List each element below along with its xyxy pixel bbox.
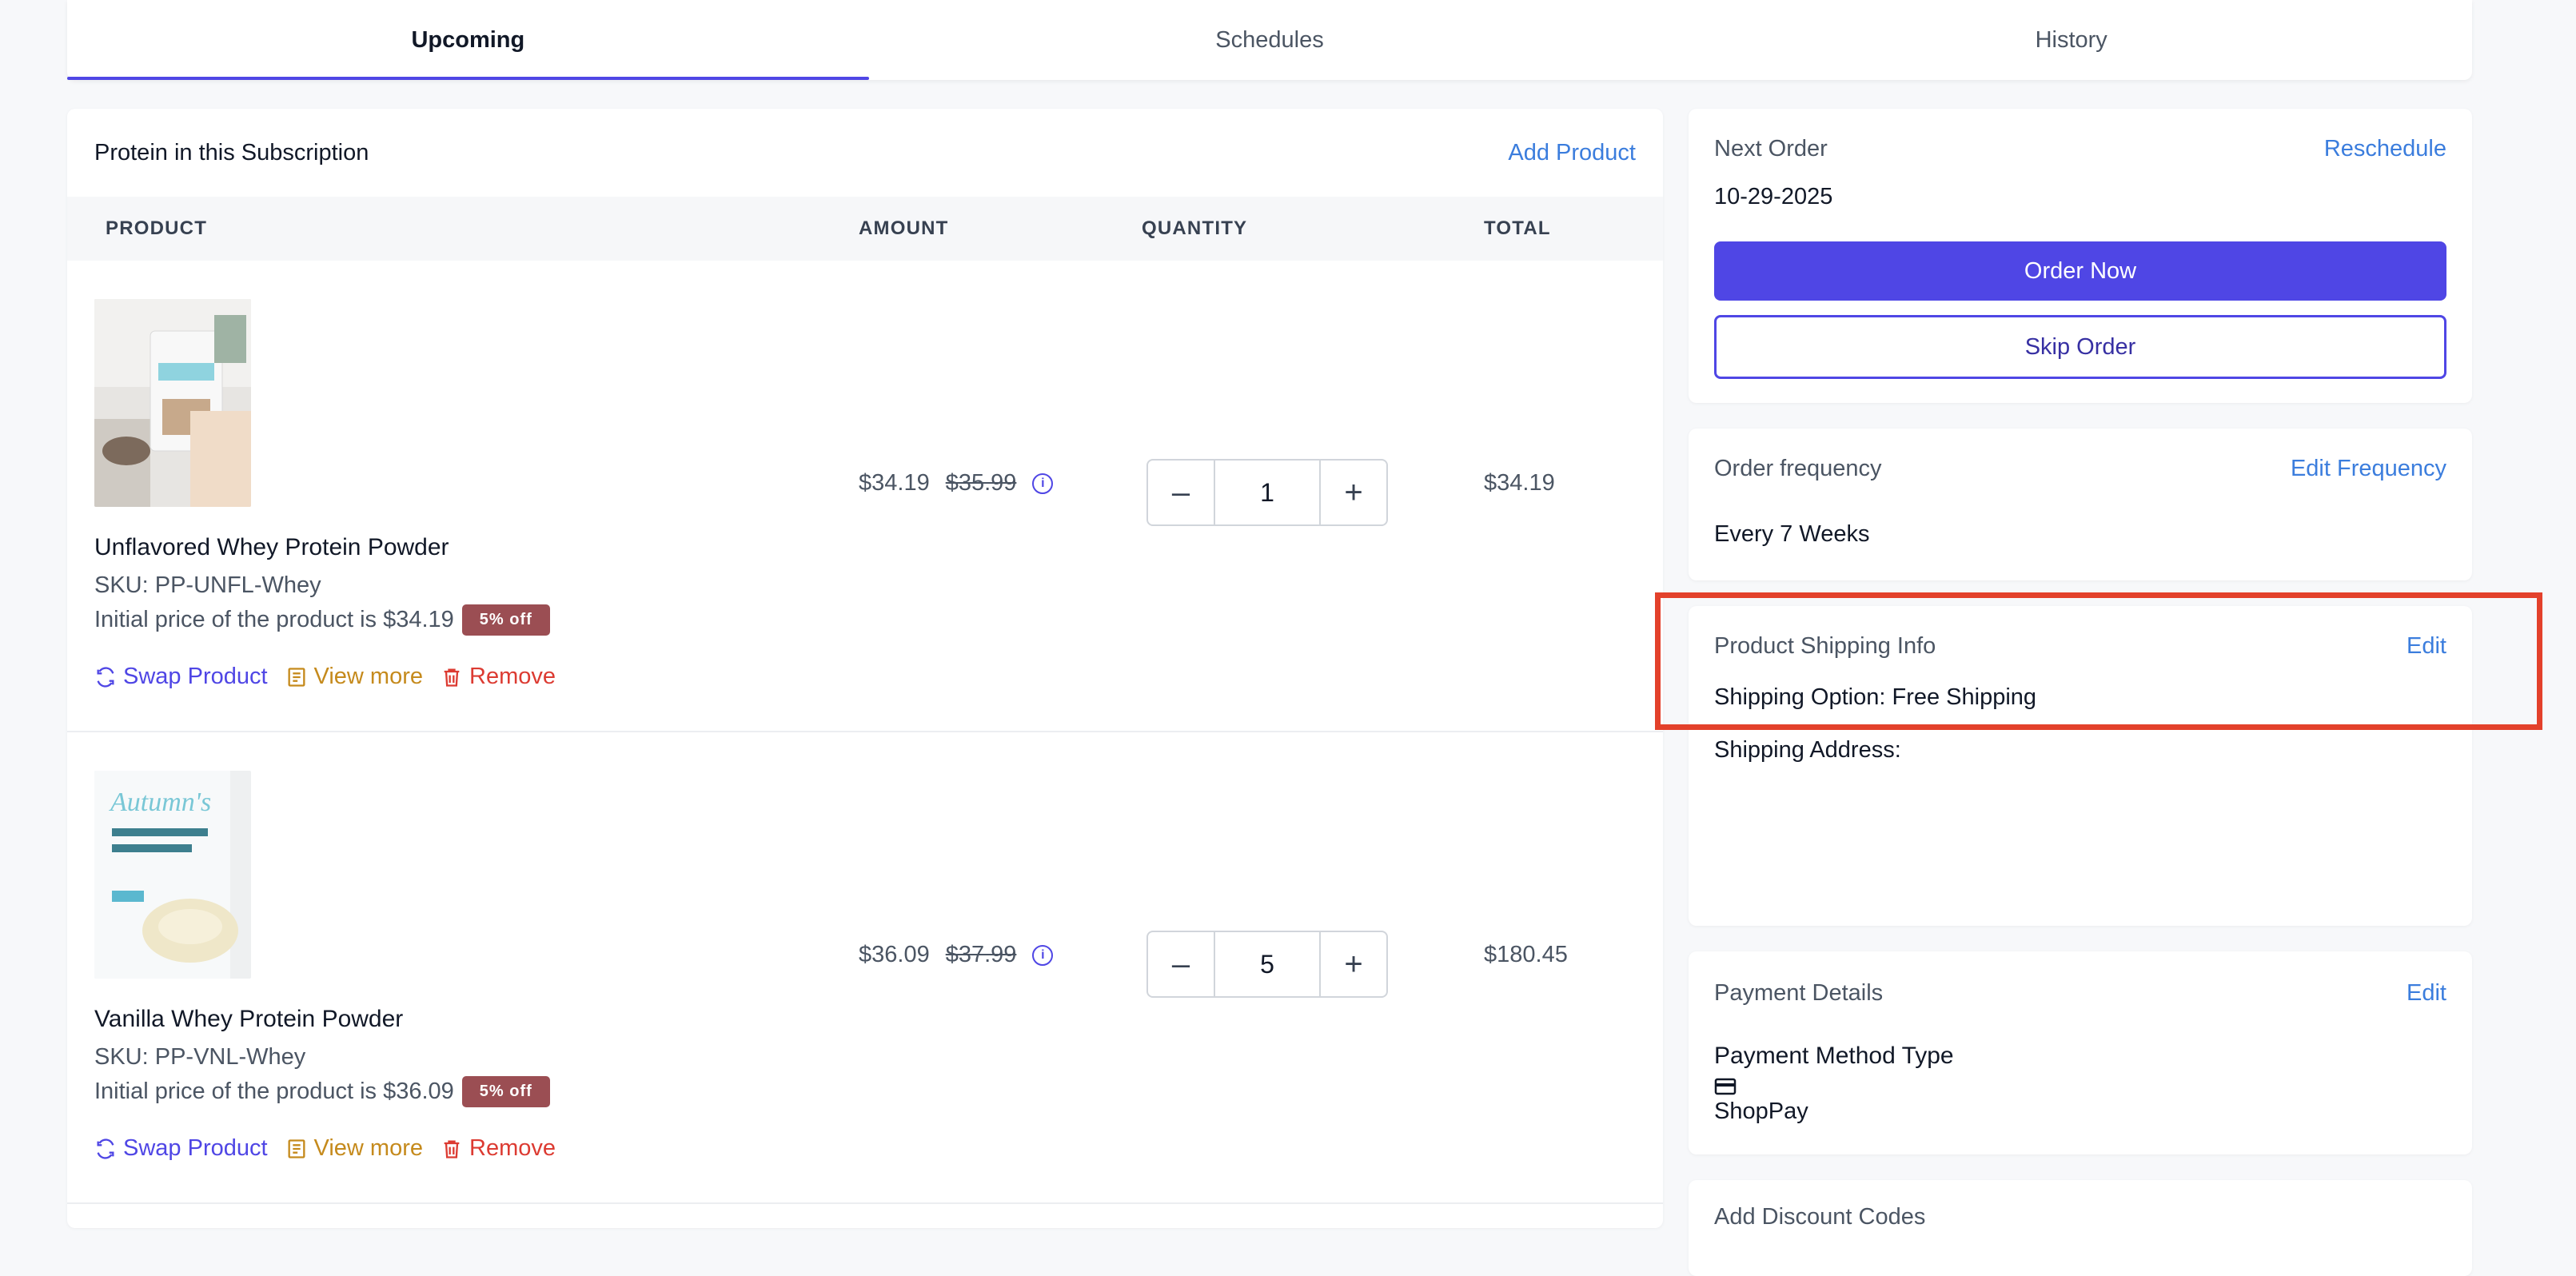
view-more-button[interactable]: View more (285, 664, 423, 690)
credit-card-icon (1714, 1078, 1737, 1095)
reschedule-link[interactable]: Reschedule (2324, 136, 2446, 162)
product-photo-icon (94, 299, 251, 507)
discount-header: Add Discount Codes (1714, 1204, 2446, 1230)
swap-icon (97, 1138, 114, 1159)
products-header: Protein in this Subscription Add Product (67, 109, 1663, 197)
discount-codes-card: Add Discount Codes (1689, 1180, 2472, 1276)
tab-schedules[interactable]: Schedules (869, 0, 1671, 80)
quantity-stepper: – 5 + (1146, 931, 1388, 998)
initial-price-text: Initial price of the product is $36.09 (94, 1079, 454, 1104)
amount-cell: $36.09 $37.99 i (859, 942, 1054, 968)
swap-icon (97, 666, 114, 688)
initial-price-text: Initial price of the product is $34.19 (94, 607, 454, 632)
product-image: Autumn's (94, 771, 251, 979)
trash-icon (444, 1140, 460, 1158)
product-name: Unflavored Whey Protein Powder (94, 534, 449, 560)
original-price: $37.99 (945, 942, 1017, 967)
info-icon[interactable]: i (1032, 473, 1054, 494)
tab-history[interactable]: History (1670, 0, 2472, 80)
swap-product-label: Swap Product (123, 664, 268, 689)
order-now-button[interactable]: Order Now (1714, 241, 2446, 301)
column-header-product: PRODUCT (106, 217, 208, 239)
view-more-label: View more (313, 1135, 424, 1161)
product-name: Vanilla Whey Protein Powder (94, 1006, 404, 1032)
frequency-header: Order frequency Edit Frequency (1714, 456, 2446, 482)
tab-bar: Upcoming Schedules History (67, 0, 2472, 80)
next-order-label: Next Order (1714, 136, 1828, 161)
initial-price-line: Initial price of the product is $36.09 5… (94, 1076, 550, 1107)
table-header: PRODUCT AMOUNT QUANTITY TOTAL (67, 197, 1663, 261)
remove-label: Remove (469, 664, 556, 689)
quantity-value[interactable]: 1 (1214, 461, 1321, 524)
skip-order-button[interactable]: Skip Order (1714, 315, 2446, 379)
order-frequency-card: Order frequency Edit Frequency Every 7 W… (1689, 429, 2472, 580)
product-actions: Swap Product View more Remove (94, 1135, 556, 1162)
next-order-date: 10-29-2025 (1714, 184, 1833, 209)
column-header-total: TOTAL (1484, 217, 1551, 239)
remove-button[interactable]: Remove (441, 664, 556, 690)
next-order-header: Next Order Reschedule (1714, 136, 2446, 162)
frequency-value: Every 7 Weeks (1714, 521, 1870, 547)
view-more-label: View more (313, 664, 424, 689)
payment-method: ShopPay (1714, 1099, 1808, 1124)
next-order-card: Next Order Reschedule 10-29-2025 Order N… (1689, 109, 2472, 403)
document-icon (288, 667, 305, 687)
product-sku: SKU: PP-UNFL-Whey (94, 572, 321, 598)
amount-cell: $34.19 $35.99 i (859, 470, 1054, 496)
swap-product-button[interactable]: Swap Product (94, 664, 268, 690)
discount-label: Add Discount Codes (1714, 1204, 1926, 1230)
shipping-address: Shipping Address: (1714, 737, 1901, 763)
add-product-link[interactable]: Add Product (1508, 140, 1636, 166)
discount-badge: 5% off (461, 1076, 550, 1107)
remove-label: Remove (469, 1135, 556, 1161)
product-photo-icon: Autumn's (94, 771, 251, 979)
info-icon[interactable]: i (1032, 944, 1054, 966)
view-more-button[interactable]: View more (285, 1135, 423, 1162)
swap-product-button[interactable]: Swap Product (94, 1135, 268, 1162)
discount-badge: 5% off (461, 604, 550, 636)
current-price: $34.19 (859, 470, 930, 496)
payment-header: Payment Details Edit (1714, 980, 2446, 1007)
total-cell: $180.45 (1484, 942, 1568, 967)
payment-label: Payment Details (1714, 980, 1884, 1006)
decrement-button[interactable]: – (1148, 461, 1214, 524)
product-image (94, 299, 251, 507)
products-title: Protein in this Subscription (94, 139, 369, 165)
decrement-button[interactable]: – (1148, 932, 1214, 996)
column-header-amount: AMOUNT (859, 217, 949, 239)
subscription-products-card: Protein in this Subscription Add Product… (67, 109, 1663, 1228)
current-price: $36.09 (859, 942, 930, 967)
original-price: $35.99 (945, 470, 1017, 496)
swap-product-label: Swap Product (123, 1135, 268, 1161)
edit-frequency-link[interactable]: Edit Frequency (2291, 456, 2446, 482)
initial-price-line: Initial price of the product is $34.19 5… (94, 604, 550, 636)
product-actions: Swap Product View more Remove (94, 664, 556, 690)
highlight-annotation-box (1655, 592, 2542, 730)
product-sku: SKU: PP-VNL-Whey (94, 1044, 306, 1070)
frequency-label: Order frequency (1714, 456, 1882, 481)
increment-button[interactable]: + (1321, 932, 1386, 996)
tab-upcoming[interactable]: Upcoming (67, 0, 869, 80)
column-header-quantity: QUANTITY (1142, 217, 1248, 239)
remove-button[interactable]: Remove (441, 1135, 556, 1162)
table-row: Autumn's Vanilla Whey Protein Powder SKU… (67, 732, 1663, 1204)
trash-icon (444, 668, 460, 687)
svg-text:Autumn's: Autumn's (109, 788, 211, 817)
payment-method-type: Payment Method Type (1714, 1043, 1954, 1069)
document-icon (288, 1138, 305, 1158)
total-cell: $34.19 (1484, 470, 1555, 496)
quantity-stepper: – 1 + (1146, 459, 1388, 526)
table-row: Unflavored Whey Protein Powder SKU: PP-U… (67, 261, 1663, 732)
quantity-value[interactable]: 5 (1214, 932, 1321, 996)
edit-payment-link[interactable]: Edit (2407, 980, 2446, 1007)
payment-details-card: Payment Details Edit Payment Method Type… (1689, 951, 2472, 1154)
increment-button[interactable]: + (1321, 461, 1386, 524)
